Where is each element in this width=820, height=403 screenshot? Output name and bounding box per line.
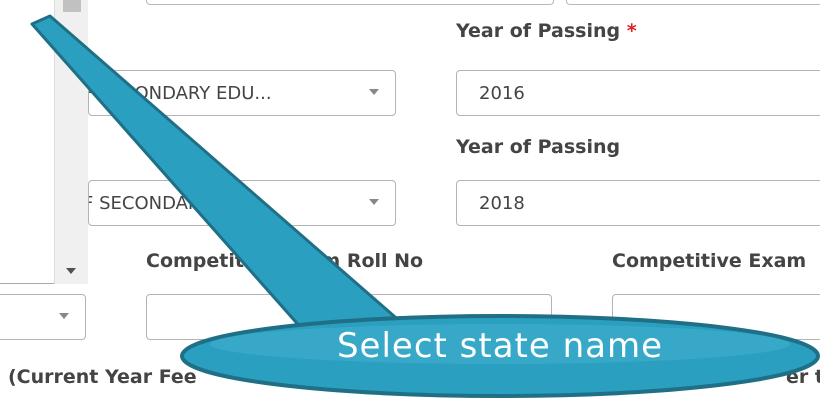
scroll-thumb[interactable] [63,0,81,12]
callout-pointer [30,14,412,340]
year-of-passing-value-1: 2016 [479,83,525,104]
board-select-2[interactable]: F SECONDARY EDU... [88,180,396,226]
board-select-1-value: F SECONDARY EDU... [88,83,272,104]
board-select-2-value: F SECONDARY EDU... [88,193,272,214]
callout-text: Select state name [336,326,664,366]
top-field-partial-1[interactable] [146,0,554,5]
year-of-passing-value-2: 2018 [479,193,525,214]
competitive-exam-label: Competitive Exam [612,250,807,272]
year-of-passing-input-2[interactable]: 2018 [456,180,820,226]
year-of-passing-label-1: Year of Passing * [456,20,637,42]
board-select-1[interactable]: F SECONDARY EDU... [88,70,396,116]
required-marker: * [626,20,637,42]
top-field-partial-2[interactable] [566,0,820,5]
scroll-down-arrow-icon[interactable] [66,268,76,274]
fee-note-text: (Current Year Fee [8,366,197,388]
caret-down-icon [369,89,379,95]
state-select[interactable] [0,294,86,340]
caret-down-icon [369,199,379,205]
year-of-passing-label-2: Year of Passing [456,136,621,158]
fee-note-text-right: er th [786,366,820,388]
competitive-roll-label: Competitive Exam Roll No [146,250,424,272]
application-form-screen: Year of Passing * F SECONDARY EDU... 201… [0,0,820,403]
year-of-passing-input-1[interactable]: 2016 [456,70,820,116]
list-scrollbar[interactable] [54,0,88,284]
caret-down-icon [59,313,69,319]
